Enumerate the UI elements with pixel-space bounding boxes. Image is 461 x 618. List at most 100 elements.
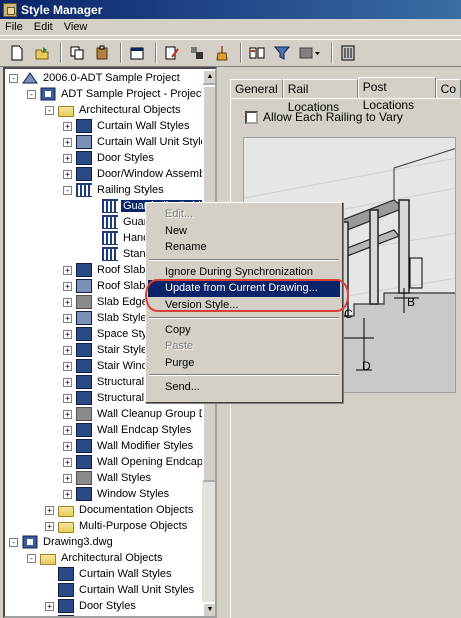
expand-icon[interactable]: + [45, 521, 54, 531]
collapse-icon[interactable]: - [27, 553, 36, 563]
filter-icon[interactable] [271, 42, 293, 64]
compare-icon[interactable] [246, 42, 268, 64]
help-icon[interactable] [337, 42, 359, 64]
tree-item[interactable]: +Door/Window Assembly Styles [45, 614, 202, 616]
tree-multi-purpose-objects[interactable]: + Multi-Purpose Objects [45, 518, 189, 534]
tree-railing-styles[interactable]: - Railing Styles [63, 182, 166, 198]
tree-item-label: Wall Styles [97, 472, 151, 484]
tab-rail-locations[interactable]: Rail Locations [282, 79, 358, 114]
tree-item[interactable]: + Wall Styles [63, 470, 153, 486]
collapse-icon[interactable]: - [9, 73, 18, 83]
purge-icon[interactable] [211, 42, 233, 64]
tree-item[interactable]: + Wall Cleanup Group Definitions [63, 406, 202, 422]
expand-icon[interactable]: + [63, 345, 72, 355]
menu-separator [149, 374, 339, 377]
context-menu-item[interactable]: Update from Current Drawing... [148, 280, 340, 298]
tree-item[interactable]: + Slab Styles [63, 310, 154, 326]
tree-item-label: Documentation Objects [79, 504, 194, 516]
sort-icon[interactable] [186, 42, 208, 64]
tree-item[interactable]: Curtain Wall Unit Styles [45, 582, 196, 598]
tab-general[interactable]: General [230, 79, 283, 98]
tree-project-file[interactable]: - ADT Sample Project - Project [27, 86, 202, 102]
collapse-icon[interactable]: - [9, 537, 18, 547]
expand-icon[interactable]: + [63, 153, 72, 163]
expand-icon[interactable]: + [63, 137, 72, 147]
tab-post-locations[interactable]: Post Locations [357, 77, 436, 112]
collapse-icon[interactable]: - [63, 185, 72, 195]
tree-item[interactable]: + Wall Opening Endcap Styles [63, 454, 202, 470]
expand-icon[interactable]: + [63, 457, 72, 467]
context-menu-item[interactable]: New [148, 223, 340, 240]
menu-view[interactable]: View [59, 21, 94, 33]
tree-project-root[interactable]: - 2006.0-ADT Sample Project [9, 70, 182, 86]
tree-d3-architectural-objects[interactable]: - Architectural Objects [27, 550, 164, 566]
tree-item[interactable]: + Door Styles [45, 598, 138, 614]
folder-icon [58, 505, 74, 517]
collapse-icon[interactable]: - [45, 105, 54, 115]
title-bar: Style Manager [0, 0, 461, 19]
preview-label-d: D [362, 359, 371, 373]
tree-item-label: Curtain Wall Styles [97, 120, 190, 132]
context-menu-item[interactable]: Ignore During Synchronization [148, 264, 340, 281]
tree-item-label: Wall Cleanup Group Definitions [97, 408, 202, 420]
tree-item-label: Wall Endcap Styles [97, 424, 192, 436]
menu-edit[interactable]: Edit [29, 21, 59, 33]
scroll-down-button[interactable]: ▼ [202, 602, 215, 616]
context-menu-item[interactable]: Rename [148, 239, 340, 256]
menu-bar: File Edit View [0, 19, 461, 36]
edit-style-icon[interactable] [161, 42, 183, 64]
tree-drawing3[interactable]: - Drawing3.dwg [9, 534, 115, 550]
expand-icon[interactable]: + [63, 329, 72, 339]
expand-icon[interactable]: + [63, 377, 72, 387]
copy-icon[interactable] [66, 42, 88, 64]
expand-icon[interactable]: + [63, 425, 72, 435]
object-style-icon [76, 375, 92, 389]
tree-item[interactable]: Curtain Wall Styles [45, 566, 174, 582]
expand-icon[interactable]: + [63, 297, 72, 307]
preview-label-c: C [344, 307, 353, 321]
menu-file[interactable]: File [0, 21, 29, 33]
object-style-icon [76, 407, 92, 421]
expand-icon[interactable]: + [63, 265, 72, 275]
paste-icon[interactable] [91, 42, 113, 64]
new-drawing-icon[interactable] [6, 42, 28, 64]
context-menu-item[interactable]: Purge [148, 355, 340, 372]
expand-icon[interactable]: + [63, 361, 72, 371]
open-drawing-icon[interactable] [31, 42, 53, 64]
expand-icon[interactable]: + [63, 473, 72, 483]
object-style-icon [58, 583, 74, 597]
expand-icon[interactable]: + [63, 489, 72, 499]
tree-item[interactable]: + Wall Endcap Styles [63, 422, 193, 438]
expand-icon[interactable]: + [45, 601, 54, 611]
tree-item[interactable]: + Curtain Wall Styles [63, 118, 192, 134]
expand-icon[interactable]: + [63, 169, 72, 179]
allow-each-railing-checkbox[interactable] [245, 110, 258, 124]
tree-item[interactable]: +Door/Window Assembly Styles [63, 166, 202, 182]
expand-icon[interactable]: + [63, 121, 72, 131]
tree-item[interactable]: + Door Styles [63, 150, 156, 166]
expand-icon[interactable]: + [63, 313, 72, 323]
tree-architectural-objects[interactable]: - Architectural Objects [45, 102, 182, 118]
tab-components[interactable]: Co [435, 79, 461, 98]
expand-icon[interactable]: + [63, 409, 72, 419]
tree-item[interactable]: + Curtain Wall Unit Styles [63, 134, 202, 150]
context-menu-item[interactable]: Send... [148, 379, 340, 396]
style-type-dropdown-icon[interactable] [296, 42, 324, 64]
collapse-icon[interactable]: - [27, 89, 36, 99]
tree-item[interactable]: + Window Styles [63, 486, 171, 502]
properties-icon[interactable] [126, 42, 148, 64]
scroll-up-button[interactable]: ▲ [202, 69, 215, 85]
object-style-icon [76, 423, 92, 437]
tree-item[interactable]: + Stair Styles [63, 342, 155, 358]
context-menu-item[interactable]: Version Style... [148, 297, 340, 314]
object-style-icon [76, 263, 92, 277]
tree-item[interactable]: + Wall Modifier Styles [63, 438, 195, 454]
expand-icon[interactable]: + [63, 441, 72, 451]
toolbar-separator [331, 43, 333, 63]
expand-icon[interactable]: + [63, 281, 72, 291]
context-menu-item[interactable]: Copy [148, 322, 340, 339]
expand-icon[interactable]: + [45, 505, 54, 515]
tree-documentation-objects[interactable]: + Documentation Objects [45, 502, 195, 518]
tree-item-label: Architectural Objects [61, 552, 163, 564]
expand-icon[interactable]: + [63, 393, 72, 403]
